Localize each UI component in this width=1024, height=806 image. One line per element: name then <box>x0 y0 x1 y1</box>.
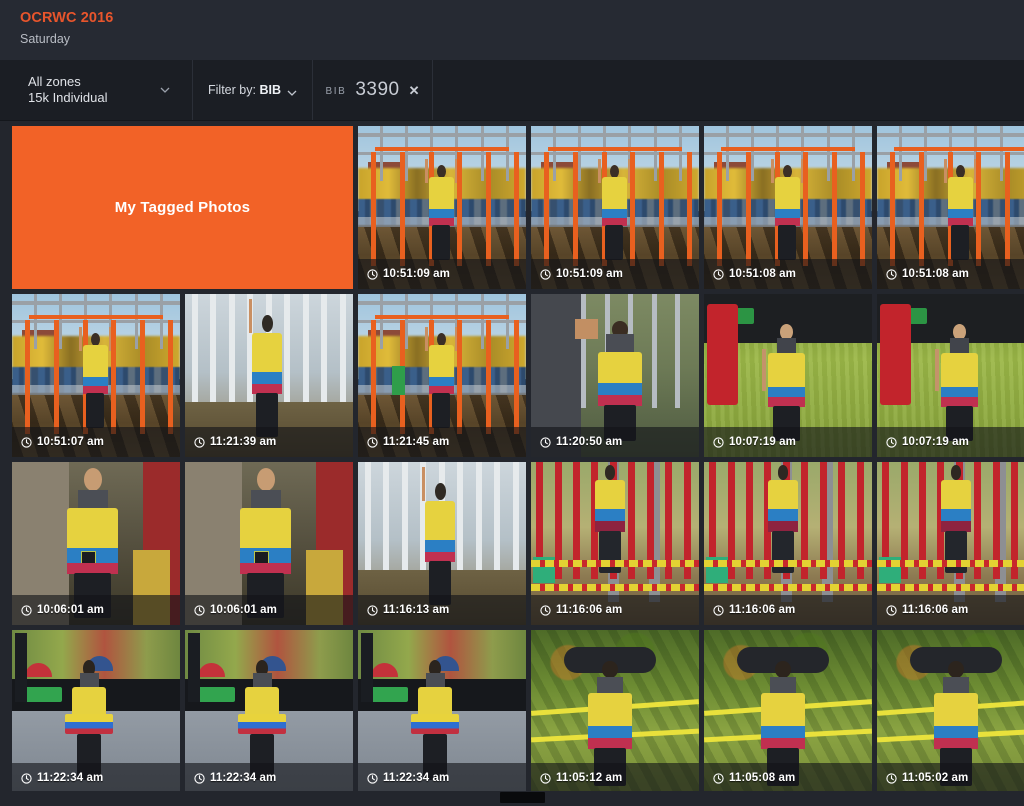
photo-tile[interactable]: 11:21:39 am <box>185 294 353 457</box>
chevron-down-icon <box>287 85 297 96</box>
photo-tile[interactable]: 11:22:34 am <box>358 630 526 793</box>
photo-tile[interactable]: 11:22:34 am <box>185 630 353 793</box>
zone-selector-main: All zones <box>28 73 81 89</box>
my-tagged-photos-label: My Tagged Photos <box>114 199 251 216</box>
bib-tag-label: BIB <box>325 86 347 97</box>
active-bib-filter-chip[interactable]: BIB 3390 ✕ <box>313 60 433 120</box>
filter-bar: All zones 15k Individual Filter by: BIB … <box>0 60 1024 121</box>
filter-by-value: BIB <box>259 83 281 97</box>
horizontal-scrollbar-thumb[interactable] <box>500 792 545 803</box>
my-tagged-photos-tile[interactable]: My Tagged Photos <box>12 126 353 289</box>
filter-by-prefix: Filter by: <box>208 83 256 97</box>
photo-tile[interactable]: 10:07:19 am <box>704 294 872 457</box>
filter-by-selector[interactable]: Filter by: BIB <box>193 60 313 120</box>
bib-number-value: 3390 <box>355 79 400 100</box>
photo-tile[interactable]: 11:16:06 am <box>877 462 1024 625</box>
event-title: OCRWC 2016 <box>20 10 114 26</box>
app-header: OCRWC 2016 Saturday <box>0 0 1024 60</box>
photo-tile[interactable]: 10:07:19 am <box>877 294 1024 457</box>
photo-tile[interactable]: 11:21:45 am <box>358 294 526 457</box>
photo-tile[interactable]: 10:51:09 am <box>358 126 526 289</box>
photo-grid: My Tagged Photos 10:51:09 am 10:51:09 am 1… <box>0 126 1024 793</box>
chevron-down-icon <box>160 85 170 95</box>
photo-tile[interactable]: 10:06:01 am <box>12 462 180 625</box>
photo-tile[interactable]: 11:05:02 am <box>877 630 1024 793</box>
photo-tile[interactable]: 11:16:13 am <box>358 462 526 625</box>
horizontal-scrollbar[interactable] <box>0 791 1024 805</box>
photo-tile[interactable]: 11:05:12 am <box>531 630 699 793</box>
photo-grid-container: My Tagged Photos 10:51:09 am 10:51:09 am 1… <box>0 121 1024 805</box>
photo-tile[interactable]: 10:51:08 am <box>877 126 1024 289</box>
photo-tile[interactable]: 10:51:09 am <box>531 126 699 289</box>
zone-selector-sub: 15k Individual <box>28 90 108 105</box>
photo-tile[interactable]: 10:51:07 am <box>12 294 180 457</box>
filter-bar-spacer <box>433 60 1024 120</box>
photo-tile[interactable]: 11:20:50 am <box>531 294 699 457</box>
photo-tile[interactable]: 11:16:06 am <box>704 462 872 625</box>
photo-tile[interactable]: 11:16:06 am <box>531 462 699 625</box>
photo-tile[interactable]: 11:22:34 am <box>12 630 180 793</box>
event-day-subtitle: Saturday <box>20 32 71 46</box>
photo-tile[interactable]: 11:05:08 am <box>704 630 872 793</box>
photo-tile[interactable]: 10:51:08 am <box>704 126 872 289</box>
zone-selector[interactable]: All zones 15k Individual <box>0 60 193 120</box>
photo-tile[interactable]: 10:06:01 am <box>185 462 353 625</box>
filter-by-label: Filter by: BIB <box>208 83 281 97</box>
close-x-icon[interactable]: ✕ <box>409 81 420 99</box>
